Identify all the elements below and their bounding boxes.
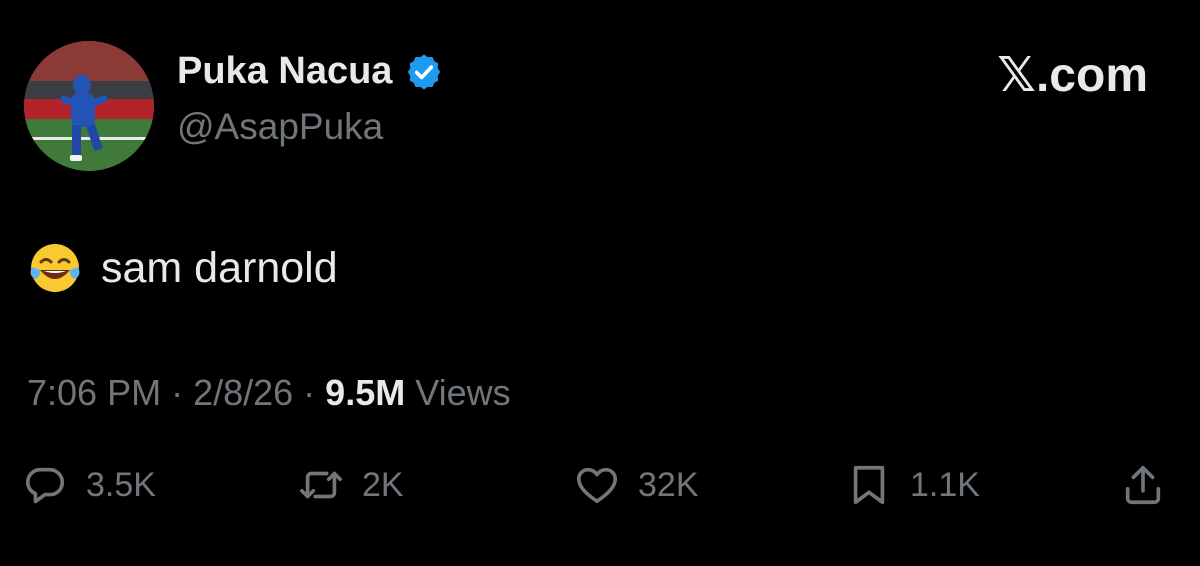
- profile-avatar[interactable]: [24, 41, 154, 171]
- tweet-body: sam darnold: [27, 240, 338, 296]
- bookmark-icon: [846, 462, 892, 508]
- share-button[interactable]: [1120, 462, 1166, 508]
- tweet-meta: 7:06 PM · 2/8/26 · 9.5M Views: [27, 372, 511, 414]
- tweet-time[interactable]: 7:06 PM: [27, 372, 161, 413]
- tweet-text: sam darnold: [101, 243, 338, 292]
- heart-icon: [574, 462, 620, 508]
- user-name-row[interactable]: Puka Nacua: [177, 50, 444, 93]
- display-name[interactable]: Puka Nacua: [177, 50, 392, 93]
- verified-badge-icon: [404, 52, 444, 92]
- action-bar: 3.5K 2K 32K 1.1K: [0, 462, 1200, 522]
- reply-icon: [22, 462, 68, 508]
- views-count[interactable]: 9.5M: [325, 372, 405, 413]
- repost-count: 2K: [362, 465, 404, 504]
- meta-separator: ·: [161, 372, 194, 413]
- bookmark-button[interactable]: 1.1K: [846, 462, 980, 508]
- repost-icon: [298, 462, 344, 508]
- tweet-date[interactable]: 2/8/26: [193, 372, 293, 413]
- views-label[interactable]: Views: [405, 372, 510, 413]
- reply-button[interactable]: 3.5K: [22, 462, 156, 508]
- bookmark-count: 1.1K: [910, 465, 980, 504]
- like-button[interactable]: 32K: [574, 462, 699, 508]
- share-icon: [1120, 462, 1166, 508]
- x-brand-logo: 𝕏.com: [997, 49, 1148, 102]
- meta-separator: ·: [293, 372, 326, 413]
- user-handle[interactable]: @AsapPuka: [177, 106, 383, 148]
- like-count: 32K: [638, 465, 699, 504]
- face-with-tears-of-joy-icon: [27, 240, 83, 296]
- reply-count: 3.5K: [86, 465, 156, 504]
- repost-button[interactable]: 2K: [298, 462, 404, 508]
